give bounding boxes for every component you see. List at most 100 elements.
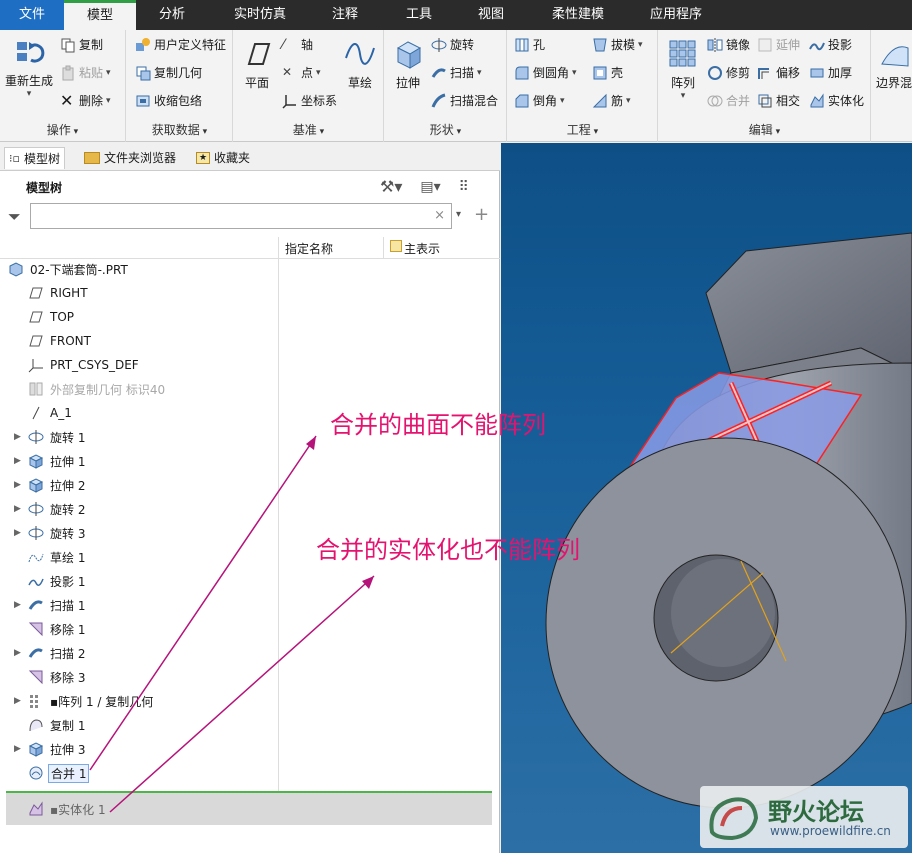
- round-button[interactable]: 倒圆角: [514, 64, 577, 81]
- tree-row[interactable]: ▶ 拉伸 1: [0, 449, 278, 473]
- expand-arrow-icon[interactable]: ▶: [14, 600, 22, 610]
- tree-row[interactable]: ▶ 拉伸 3: [0, 737, 278, 761]
- filter-icon[interactable]: ⏷: [8, 207, 21, 227]
- mirror-button[interactable]: 镜像: [707, 36, 750, 53]
- tab-applications[interactable]: 应用程序: [634, 0, 718, 30]
- regenerate-dropdown-icon[interactable]: ▾: [4, 89, 54, 99]
- extend-button[interactable]: 延伸: [757, 36, 800, 53]
- pattern-button[interactable]: 阵列 ▾: [663, 38, 703, 101]
- tab-model[interactable]: 模型: [64, 0, 136, 30]
- thicken-button[interactable]: 加厚: [809, 64, 852, 81]
- watermark-url: www.proewildfire.cn: [770, 824, 891, 838]
- column-assigned-name[interactable]: 指定名称: [285, 240, 333, 257]
- tree-row[interactable]: 移除 3: [0, 665, 278, 689]
- sweep-button[interactable]: 扫描: [431, 64, 482, 81]
- group-label-get-data[interactable]: 获取数据: [127, 121, 232, 138]
- tree-row[interactable]: PRT_CSYS_DEF: [0, 353, 278, 377]
- hole-button[interactable]: 孔: [514, 36, 545, 53]
- regenerate-button[interactable]: 重新生成 ▾: [4, 36, 54, 99]
- draft-button[interactable]: 拔模: [592, 36, 643, 53]
- tree-row[interactable]: 复制 1: [0, 713, 278, 737]
- shell-icon: [593, 66, 607, 79]
- tab-file[interactable]: 文件: [0, 0, 64, 30]
- group-label-shapes[interactable]: 形状: [385, 121, 506, 138]
- add-search-icon[interactable]: +: [474, 204, 489, 225]
- point-button[interactable]: ✕ 点: [282, 64, 321, 81]
- tab-folder-browser[interactable]: 文件夹浏览器: [80, 147, 180, 169]
- shell-button[interactable]: 壳: [592, 64, 623, 81]
- paste-button[interactable]: 粘贴: [60, 64, 111, 81]
- tree-row[interactable]: A_1: [0, 401, 278, 425]
- expand-arrow-icon[interactable]: ▶: [14, 480, 22, 490]
- tab-annotate[interactable]: 注释: [312, 0, 378, 30]
- expand-arrow-icon[interactable]: ▶: [14, 432, 22, 442]
- tab-favorites[interactable]: ★ 收藏夹: [192, 147, 254, 169]
- project-button[interactable]: 投影: [809, 36, 852, 53]
- copy-button[interactable]: 复制: [60, 36, 103, 53]
- tree-row[interactable]: 投影 1: [0, 569, 278, 593]
- tree-row[interactable]: 02-下端套筒-.PRT: [0, 257, 278, 281]
- tree-row[interactable]: ▶ ▪阵列 1 / 复制几何: [0, 689, 278, 713]
- tree-row[interactable]: RIGHT: [0, 281, 278, 305]
- tab-tools[interactable]: 工具: [386, 0, 452, 30]
- sketch-button[interactable]: 草绘: [342, 38, 378, 91]
- tab-flexible-modeling[interactable]: 柔性建模: [536, 0, 620, 30]
- merge-button[interactable]: 合并: [707, 92, 750, 109]
- offset-button[interactable]: 偏移: [757, 64, 800, 81]
- search-clear-icon[interactable]: ×: [434, 208, 445, 223]
- tree-filter-display-icon[interactable]: ▤▾: [420, 179, 440, 195]
- trim-button[interactable]: 修剪: [707, 64, 750, 81]
- rib-button[interactable]: 筋: [592, 92, 631, 109]
- group-label-editing[interactable]: 编辑: [659, 121, 870, 138]
- column-master-rep[interactable]: 主表示: [390, 240, 440, 257]
- tab-model-tree[interactable]: ⁝▫ 模型树: [4, 147, 65, 169]
- tree-row[interactable]: ▶ 旋转 1: [0, 425, 278, 449]
- rib-icon: [592, 93, 607, 107]
- tree-row[interactable]: 草绘 1: [0, 545, 278, 569]
- copy-geometry-button[interactable]: 复制几何: [135, 64, 202, 81]
- tree-row[interactable]: ▶ 旋转 3: [0, 521, 278, 545]
- axis-button[interactable]: ⁄ 轴: [282, 36, 313, 53]
- expand-arrow-icon[interactable]: ▶: [14, 648, 22, 658]
- tree-row[interactable]: FRONT: [0, 329, 278, 353]
- csys-button[interactable]: 坐标系: [282, 92, 337, 109]
- tree-row[interactable]: ▶ 扫描 2: [0, 641, 278, 665]
- extrude-button[interactable]: 拉伸: [391, 38, 425, 91]
- plane-button[interactable]: 平面: [240, 38, 274, 91]
- tab-favorites-label: 收藏夹: [214, 151, 251, 165]
- boundary-blend-button[interactable]: 边界混: [876, 38, 912, 91]
- expand-arrow-icon[interactable]: ▶: [14, 528, 22, 538]
- tree-row[interactable]: 合并 1: [0, 761, 278, 785]
- expand-arrow-icon[interactable]: ▶: [14, 696, 22, 706]
- tree-row-solidify[interactable]: ▪实体化 1: [6, 793, 492, 825]
- tree-row[interactable]: 外部复制几何 标识40: [0, 377, 278, 401]
- group-label-operations[interactable]: 操作: [0, 121, 125, 138]
- group-label-engineering[interactable]: 工程: [508, 121, 657, 138]
- solidify-button[interactable]: 实体化: [809, 92, 864, 109]
- tree-row[interactable]: ▶ 扫描 1: [0, 593, 278, 617]
- tree-search-input[interactable]: ×: [30, 203, 452, 229]
- tree-row[interactable]: TOP: [0, 305, 278, 329]
- swept-blend-button[interactable]: 扫描混合: [431, 92, 498, 109]
- tab-analysis[interactable]: 分析: [136, 0, 208, 30]
- tree-row[interactable]: ▶ 旋转 2: [0, 497, 278, 521]
- delete-button[interactable]: ✕ 删除: [60, 92, 111, 109]
- revolve-button[interactable]: 旋转: [431, 36, 474, 53]
- expand-arrow-icon[interactable]: ▶: [14, 456, 22, 466]
- group-label-datum[interactable]: 基准: [234, 121, 383, 138]
- tree-settings-icon[interactable]: ⚒▾: [380, 177, 402, 196]
- pattern-dropdown-icon[interactable]: ▾: [663, 91, 703, 101]
- graphics-viewport[interactable]: [501, 143, 912, 853]
- expand-arrow-icon[interactable]: ▶: [14, 504, 22, 514]
- intersect-button[interactable]: 相交: [757, 92, 800, 109]
- tab-view[interactable]: 视图: [458, 0, 524, 30]
- tree-row[interactable]: ▶ 拉伸 2: [0, 473, 278, 497]
- chamfer-button[interactable]: 倒角: [514, 92, 565, 109]
- expand-arrow-icon[interactable]: ▶: [14, 744, 22, 754]
- shrinkwrap-button[interactable]: 收缩包络: [135, 92, 202, 109]
- tree-row[interactable]: 移除 1: [0, 617, 278, 641]
- udf-button[interactable]: 用户定义特征: [135, 36, 226, 53]
- tree-columns-icon[interactable]: ⠿: [459, 179, 469, 195]
- search-dropdown-icon[interactable]: ▾: [456, 209, 461, 220]
- tab-realtime-simulation[interactable]: 实时仿真: [218, 0, 302, 30]
